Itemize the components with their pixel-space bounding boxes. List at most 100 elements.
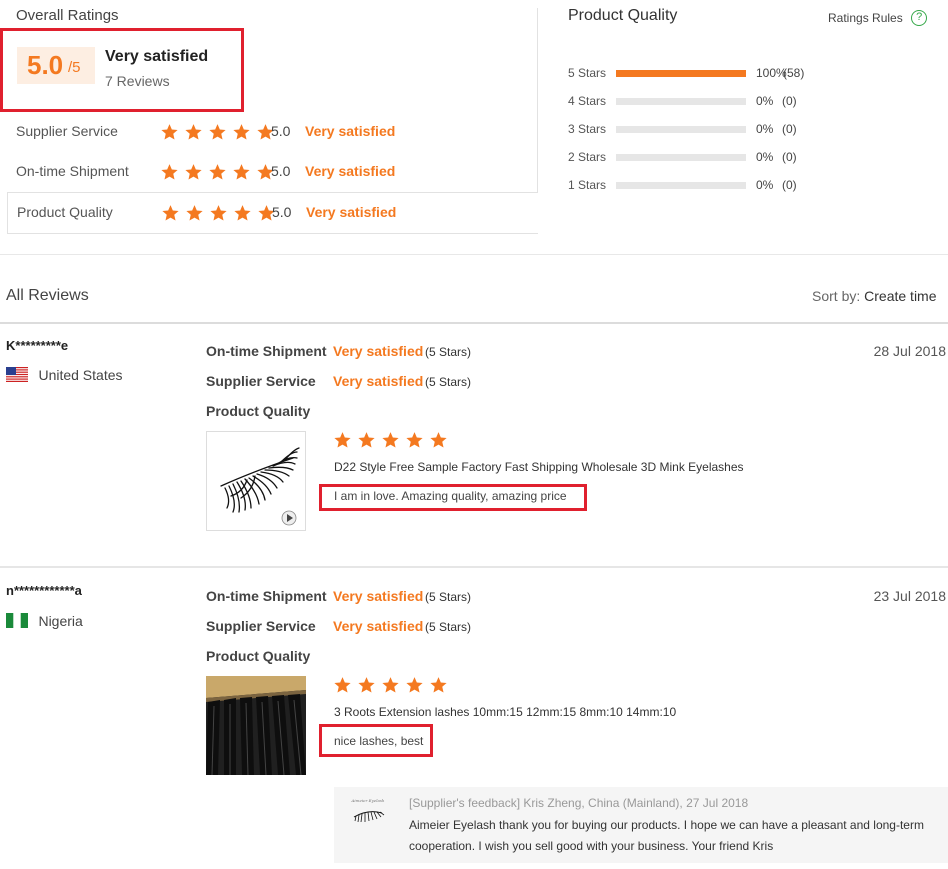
sort-control[interactable]: Sort by: Create time bbox=[812, 288, 937, 304]
review-item: K*********e United States 28 Jul 2018 On… bbox=[0, 324, 948, 566]
distribution-percent: 0% bbox=[756, 122, 774, 136]
criteria-score: 5.0 bbox=[271, 123, 291, 139]
star-icon bbox=[232, 123, 251, 141]
star-level-label: 4 Stars bbox=[568, 94, 607, 108]
distribution-percent: 0% bbox=[756, 150, 774, 164]
distribution-bar bbox=[616, 126, 746, 133]
product-title[interactable]: 3 Roots Extension lashes 10mm:15 12mm:15… bbox=[334, 705, 676, 719]
rating-label-quality: Product Quality bbox=[206, 403, 311, 419]
star-icon bbox=[357, 431, 376, 449]
star-level-label: 3 Stars bbox=[568, 122, 607, 136]
rating-verdict-service: Very satisfied bbox=[333, 618, 424, 634]
panel-divider bbox=[537, 8, 538, 192]
product-thumbnail[interactable] bbox=[206, 431, 306, 531]
star-icon bbox=[185, 204, 204, 222]
star-icon bbox=[381, 431, 400, 449]
section-divider bbox=[0, 254, 948, 255]
sort-value[interactable]: Create time bbox=[864, 288, 936, 304]
criteria-label: On-time Shipment bbox=[16, 163, 129, 179]
highlight-box-comment bbox=[319, 724, 433, 757]
rating-label-service: Supplier Service bbox=[206, 618, 316, 634]
star-icon bbox=[357, 676, 376, 694]
supplier-feedback: Aimeier Eyelash [Supplier's feedback] Kr… bbox=[334, 787, 948, 863]
product-thumbnail[interactable] bbox=[206, 676, 306, 775]
highlight-box-comment bbox=[319, 484, 587, 511]
star-level-label: 2 Stars bbox=[568, 150, 607, 164]
rating-verdict-shipment: Very satisfied bbox=[333, 343, 424, 359]
rating-label-shipment: On-time Shipment bbox=[206, 588, 327, 604]
criteria-verdict: Very satisfied bbox=[306, 204, 397, 220]
review-divider bbox=[0, 566, 948, 568]
reviewer-country: Nigeria bbox=[6, 612, 83, 630]
distribution-count: (0) bbox=[782, 94, 797, 108]
criteria-label: Supplier Service bbox=[16, 123, 118, 139]
country-name: United States bbox=[38, 366, 123, 383]
distribution-percent: 0% bbox=[756, 178, 774, 192]
nigeria-flag-icon bbox=[6, 613, 28, 629]
country-name: Nigeria bbox=[38, 612, 83, 629]
supplier-logo: Aimeier Eyelash bbox=[348, 795, 388, 827]
rating-label-service: Supplier Service bbox=[206, 373, 316, 389]
distribution-count: (58) bbox=[783, 66, 805, 80]
criteria-verdict: Very satisfied bbox=[305, 123, 396, 139]
sort-prefix: Sort by: bbox=[812, 288, 861, 304]
distribution-count: (0) bbox=[782, 150, 797, 164]
rating-stars-service: (5 Stars) bbox=[425, 620, 472, 634]
rating-label-shipment: On-time Shipment bbox=[206, 343, 327, 359]
rating-stars-shipment: (5 Stars) bbox=[425, 590, 472, 604]
star-level-label: 5 Stars bbox=[568, 66, 607, 80]
criteria-score: 5.0 bbox=[271, 163, 291, 179]
feedback-meta: [Supplier's feedback] Kris Zheng, China … bbox=[409, 796, 749, 810]
star-icon bbox=[405, 431, 424, 449]
star-icon bbox=[184, 123, 203, 141]
star-icon bbox=[233, 204, 252, 222]
distribution-bar bbox=[616, 182, 746, 189]
help-circle-icon[interactable]: ? bbox=[911, 9, 928, 26]
all-reviews-title: All Reviews bbox=[6, 287, 89, 304]
distribution-bar bbox=[616, 98, 746, 105]
criteria-row-supplier-service: Supplier Service 5.0 Very satisfied bbox=[16, 122, 536, 142]
us-flag-icon bbox=[6, 367, 28, 383]
product-star-rating bbox=[333, 431, 453, 454]
rating-label-quality: Product Quality bbox=[206, 648, 311, 664]
ratings-rules-label: Ratings Rules bbox=[828, 10, 903, 25]
star-icon bbox=[333, 676, 352, 694]
star-icon bbox=[184, 163, 203, 181]
rating-verdict-shipment: Very satisfied bbox=[333, 588, 424, 604]
rating-stars-shipment: (5 Stars) bbox=[425, 345, 472, 359]
criteria-score: 5.0 bbox=[272, 204, 292, 220]
star-icon bbox=[429, 431, 448, 449]
star-icon bbox=[405, 676, 424, 694]
reviewer-country: United States bbox=[6, 366, 123, 384]
product-star-rating bbox=[333, 676, 453, 699]
criteria-label: Product Quality bbox=[17, 204, 113, 220]
star-icon bbox=[232, 163, 251, 181]
criteria-verdict: Very satisfied bbox=[305, 163, 396, 179]
review-date: 23 Jul 2018 bbox=[873, 588, 946, 604]
criteria-row-product-quality[interactable]: Product Quality 5.0 Very satisfied bbox=[7, 192, 538, 234]
star-icon bbox=[161, 204, 180, 222]
distribution-bar bbox=[616, 70, 746, 77]
ratings-rules-link[interactable]: Ratings Rules ? bbox=[828, 9, 928, 27]
review-date: 28 Jul 2018 bbox=[873, 343, 946, 359]
product-title[interactable]: D22 Style Free Sample Factory Fast Shipp… bbox=[334, 460, 744, 474]
svg-text:Aimeier Eyelash: Aimeier Eyelash bbox=[351, 798, 385, 803]
star-level-label: 1 Stars bbox=[568, 178, 607, 192]
overall-ratings-title: Overall Ratings bbox=[16, 7, 119, 24]
rating-stars-service: (5 Stars) bbox=[425, 375, 472, 389]
distribution-count: (0) bbox=[782, 122, 797, 136]
feedback-text-line2: cooperation. I wish you sell good with y… bbox=[409, 839, 774, 853]
rating-verdict-service: Very satisfied bbox=[333, 373, 424, 389]
star-icon bbox=[209, 204, 228, 222]
feedback-text-line1: Aimeier Eyelash thank you for buying our… bbox=[409, 818, 924, 832]
star-icon bbox=[208, 163, 227, 181]
reviewer-name: n************a bbox=[6, 583, 82, 598]
review-item: n************a Nigeria 23 Jul 2018 On-ti… bbox=[0, 569, 948, 869]
highlight-box-overall bbox=[0, 28, 244, 112]
star-rating bbox=[161, 204, 281, 227]
criteria-row-on-time-shipment: On-time Shipment 5.0 Very satisfied bbox=[16, 162, 536, 182]
star-icon bbox=[208, 123, 227, 141]
star-icon bbox=[429, 676, 448, 694]
star-icon bbox=[381, 676, 400, 694]
star-icon bbox=[333, 431, 352, 449]
